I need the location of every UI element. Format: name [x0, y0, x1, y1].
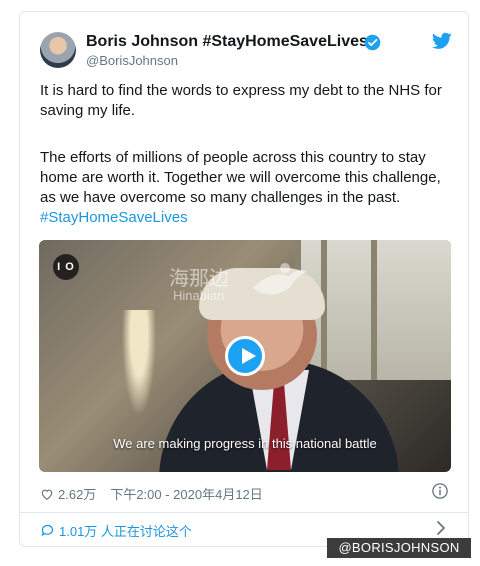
- heart-icon[interactable]: [40, 487, 54, 501]
- tweet-meta: 2.62万 下午2:00 - 2020年4月12日: [40, 484, 263, 503]
- divider: [20, 512, 468, 513]
- chevron-right-icon[interactable]: [435, 520, 447, 536]
- info-icon[interactable]: [431, 482, 449, 500]
- video-player[interactable]: I O 海那边 Hinabian We are making progress …: [39, 240, 451, 472]
- twitter-bird-icon[interactable]: [432, 32, 452, 50]
- avatar[interactable]: [40, 32, 76, 68]
- watermark-bird-logo: [253, 263, 307, 295]
- video-loop-badge: I O: [53, 254, 79, 280]
- verified-badge-icon: [364, 34, 381, 51]
- replies-link[interactable]: 1.01万 人正在讨论这个: [40, 521, 192, 540]
- tweet-text-paragraph-2: The efforts of millions of people across…: [40, 148, 460, 228]
- tweet-card: Boris Johnson #StayHomeSaveLives @BorisJ…: [19, 11, 469, 547]
- tweet-text-paragraph-1: It is hard to find the words to express …: [40, 82, 442, 119]
- tweet-text-body: The efforts of millions of people across…: [40, 149, 441, 206]
- video-caption: We are making progress in this national …: [113, 436, 377, 451]
- hashtag-link[interactable]: #StayHomeSaveLives: [40, 209, 188, 226]
- watermark-subtext: Hinabian: [173, 288, 225, 303]
- author-handle[interactable]: @BorisJohnson: [86, 53, 178, 68]
- replies-label: 1.01万 人正在讨论这个: [59, 524, 192, 539]
- tweet-timestamp[interactable]: 下午2:00 - 2020年4月12日: [110, 484, 262, 503]
- like-count[interactable]: 2.62万: [58, 484, 96, 503]
- play-button[interactable]: [225, 336, 265, 376]
- watermark-text: 海那边: [169, 266, 229, 290]
- author-name[interactable]: Boris Johnson #StayHomeSaveLives: [86, 33, 368, 51]
- image-credit: @BORISJOHNSON: [327, 538, 471, 558]
- reply-bubble-icon: [41, 524, 54, 537]
- background-lamp: [119, 310, 159, 430]
